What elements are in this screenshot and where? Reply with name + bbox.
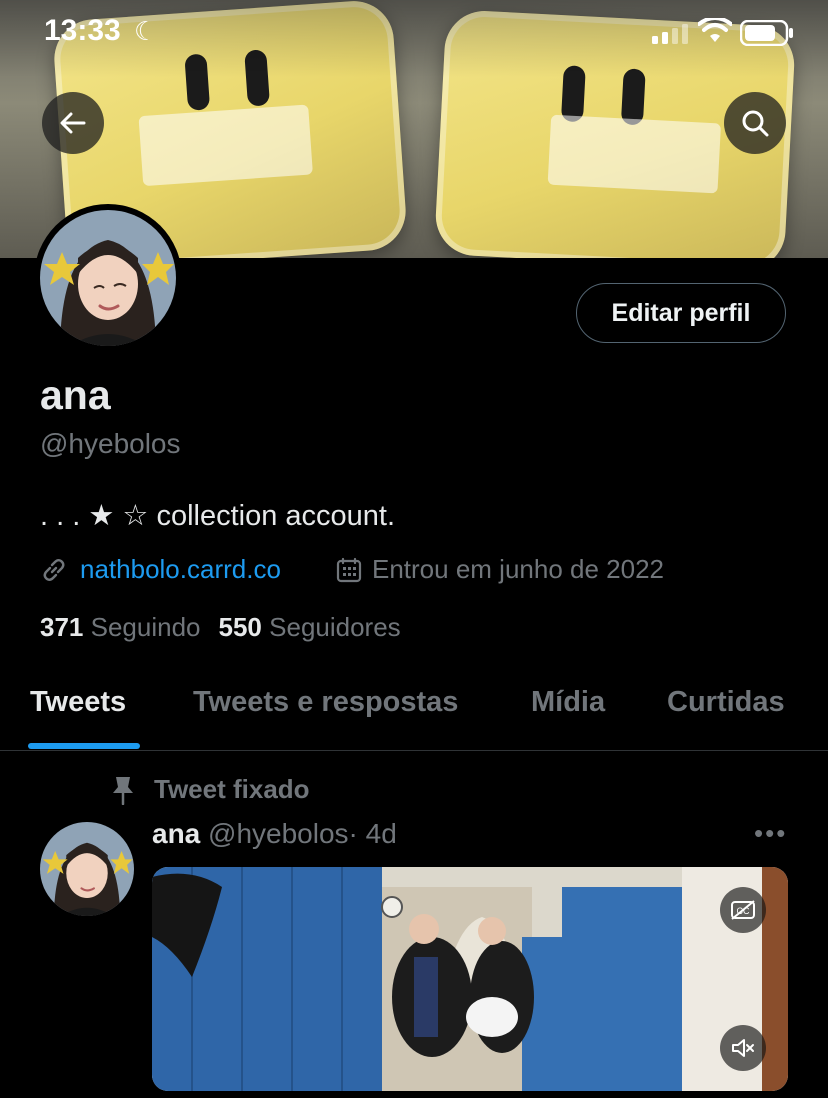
website-link-text[interactable]: nathbolo.carrd.co (80, 554, 281, 585)
arrow-left-icon (60, 112, 86, 134)
followers-stat[interactable]: 550 Seguidores (219, 612, 401, 642)
calendar-icon (336, 557, 362, 582)
tweet-timestamp[interactable]: · 4d (349, 818, 397, 849)
back-button[interactable] (42, 92, 104, 154)
more-horizontal-icon[interactable]: ••• (754, 818, 787, 849)
tab-tweets-replies[interactable]: Tweets e respostas (193, 686, 458, 719)
pinned-label: Tweet fixado (154, 774, 310, 804)
avatar-image (40, 210, 176, 346)
profile-joined: Entrou em junho de 2022 (336, 554, 664, 585)
followers-label: Seguidores (269, 612, 401, 642)
wifi-icon (698, 18, 732, 42)
volume-muted-icon (732, 1039, 754, 1057)
moon-icon: ☾ (134, 16, 158, 46)
following-count: 371 (40, 612, 84, 642)
following-label: Seguindo (90, 612, 201, 642)
tweet-avatar[interactable] (40, 822, 134, 916)
follow-stats: 371 Seguindo 550 Seguidores (40, 612, 401, 643)
edit-profile-button[interactable]: Editar perfil (576, 283, 786, 343)
active-tab-indicator (28, 743, 140, 749)
pin-icon (113, 776, 133, 805)
video-frame (152, 867, 788, 1091)
following-stat[interactable]: 371 Seguindo (40, 612, 201, 642)
profile-website[interactable]: nathbolo.carrd.co (40, 554, 281, 585)
tweet-avatar-image (40, 822, 134, 916)
pinned-indicator: Tweet fixado (110, 774, 310, 805)
display-name: ana (40, 372, 111, 418)
status-bar: 13:33 ☾ (0, 0, 828, 66)
tweet-author-handle[interactable]: @hyebolos (208, 818, 349, 849)
tweet-author-name[interactable]: ana (152, 818, 200, 849)
link-icon (43, 558, 65, 581)
profile-avatar[interactable] (34, 204, 182, 352)
captions-button[interactable]: CC (720, 887, 766, 933)
tab-likes[interactable]: Curtidas (667, 686, 785, 719)
tab-tweets[interactable]: Tweets (30, 686, 126, 719)
followers-count: 550 (218, 612, 262, 642)
search-icon (742, 110, 769, 137)
profile-handle: @hyebolos (40, 428, 181, 459)
mute-button[interactable] (720, 1025, 766, 1071)
search-button[interactable] (724, 92, 786, 154)
profile-tabs: Tweets Tweets e respostas Mídia Curtidas (0, 678, 828, 751)
battery-icon (740, 20, 793, 46)
tweet-header: ana @hyebolos· 4d (152, 818, 397, 850)
profile-bio: . . . ★ ☆ collection account. (40, 500, 396, 532)
tab-media[interactable]: Mídia (531, 686, 605, 719)
signal-icon (652, 24, 688, 44)
joined-date-text: Entrou em junho de 2022 (372, 554, 664, 584)
captions-off-icon: CC (731, 900, 755, 920)
status-time: 13:33 (44, 14, 121, 47)
tweet-media-video[interactable]: CC (152, 867, 788, 1091)
